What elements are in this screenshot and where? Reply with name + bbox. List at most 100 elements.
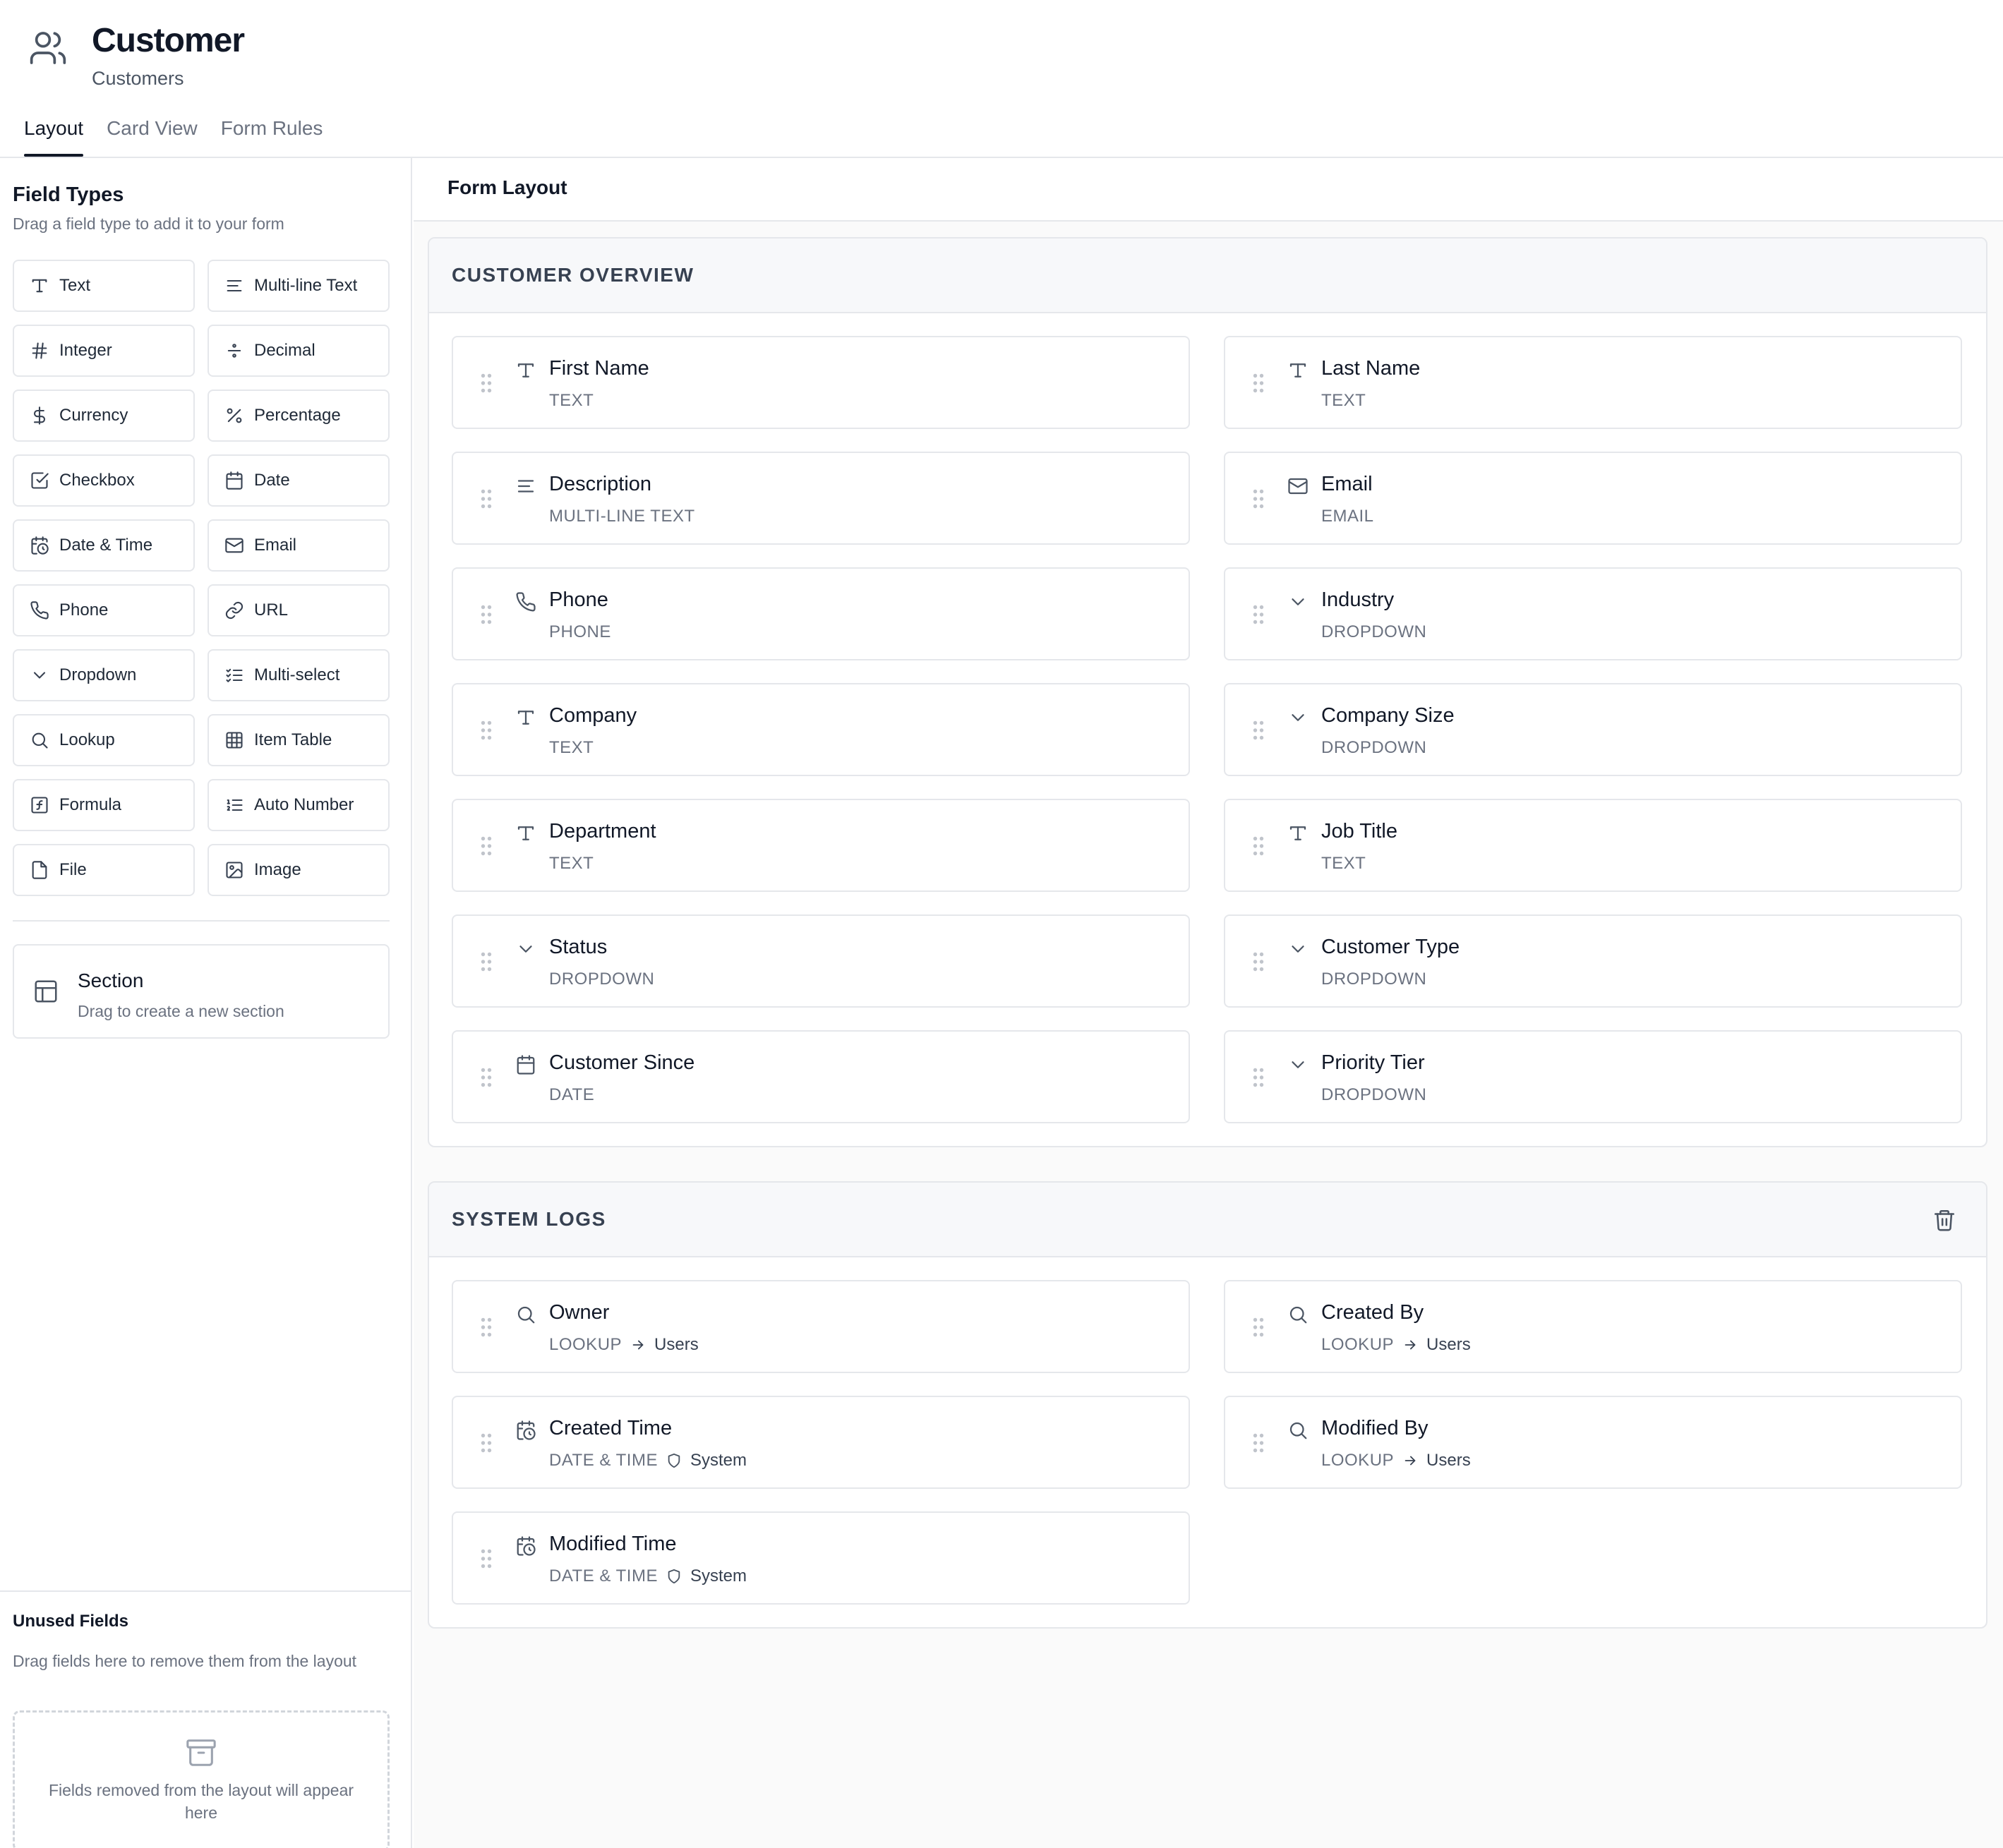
field-card-last-name[interactable]: Last Name TEXT — [1224, 336, 1962, 429]
field-meta: DATE — [549, 1085, 594, 1105]
drag-handle-icon[interactable] — [480, 720, 493, 741]
field-card-department[interactable]: Department TEXT — [452, 799, 1190, 892]
trash-icon[interactable] — [1932, 1208, 1956, 1232]
drag-handle-icon[interactable] — [480, 835, 493, 857]
lookup-target: Users — [654, 1335, 699, 1354]
drag-handle-icon[interactable] — [480, 373, 493, 394]
chevron-down-icon — [1287, 591, 1309, 612]
users-icon — [28, 28, 68, 68]
field-type-label: Percentage — [254, 406, 341, 425]
field-type-text[interactable]: Text — [13, 260, 195, 312]
checkbox-icon — [30, 471, 49, 490]
field-card-company[interactable]: Company TEXT — [452, 683, 1190, 776]
field-card-priority-tier[interactable]: Priority Tier DROPDOWN — [1224, 1030, 1962, 1123]
percent-icon — [224, 406, 244, 425]
layout-icon — [32, 978, 59, 1005]
lookup-target: Users — [1426, 1335, 1471, 1354]
field-name: Modified Time — [549, 1533, 677, 1555]
drag-handle-icon[interactable] — [1252, 373, 1265, 394]
drag-handle-icon[interactable] — [1252, 835, 1265, 857]
field-name: Description — [549, 473, 652, 495]
field-type-dropdown[interactable]: Dropdown — [13, 649, 195, 701]
field-type-lookup[interactable]: Lookup — [13, 714, 195, 766]
field-type-label: Decimal — [254, 341, 315, 360]
field-card-modified-time[interactable]: Modified Time DATE & TIME System — [452, 1511, 1190, 1605]
field-type-auto-number[interactable]: Auto Number — [207, 779, 390, 831]
field-type-image[interactable]: Image — [207, 844, 390, 896]
field-card-email[interactable]: Email EMAIL — [1224, 452, 1962, 545]
drag-handle-icon[interactable] — [1252, 1067, 1265, 1088]
field-card-created-by[interactable]: Created By LOOKUP Users — [1224, 1280, 1962, 1373]
field-type-label: DROPDOWN — [1321, 738, 1427, 757]
field-type-date-and-time[interactable]: Date & Time — [13, 519, 195, 572]
field-type-checkbox[interactable]: Checkbox — [13, 454, 195, 507]
drag-handle-icon[interactable] — [480, 1432, 493, 1454]
field-card-created-time[interactable]: Created Time DATE & TIME System — [452, 1396, 1190, 1489]
drag-handle-icon[interactable] — [480, 1548, 493, 1569]
drag-handle-icon[interactable] — [1252, 488, 1265, 509]
drag-handle-icon[interactable] — [1252, 1432, 1265, 1454]
search-icon — [30, 730, 49, 750]
hash-icon — [30, 341, 49, 361]
field-type-date[interactable]: Date — [207, 454, 390, 507]
field-type-label: Integer — [59, 341, 112, 360]
drag-handle-icon[interactable] — [480, 488, 493, 509]
tab-bar: Layout Card View Form Rules — [24, 113, 323, 157]
drag-handle-icon[interactable] — [1252, 1317, 1265, 1338]
drag-handle-icon[interactable] — [1252, 604, 1265, 625]
field-card-owner[interactable]: Owner LOOKUP Users — [452, 1280, 1190, 1373]
field-meta: DROPDOWN — [1321, 738, 1426, 758]
field-name: Department — [549, 820, 656, 843]
field-type-integer[interactable]: Integer — [13, 325, 195, 377]
section-header: SYSTEM LOGS — [429, 1183, 1986, 1257]
drag-handle-icon[interactable] — [480, 604, 493, 625]
field-card-industry[interactable]: Industry DROPDOWN — [1224, 567, 1962, 660]
field-type-formula[interactable]: Formula — [13, 779, 195, 831]
tab-layout[interactable]: Layout — [24, 113, 84, 157]
field-card-description[interactable]: Description MULTI-LINE TEXT — [452, 452, 1190, 545]
field-type-item-table[interactable]: Item Table — [207, 714, 390, 766]
field-type-multi-select[interactable]: Multi-select — [207, 649, 390, 701]
field-meta: LOOKUP Users — [1321, 1335, 1471, 1355]
calendar-icon — [224, 471, 244, 490]
sidebar-subtitle: Drag a field type to add it to your form — [13, 215, 284, 233]
field-name: Owner — [549, 1301, 610, 1324]
field-card-phone[interactable]: Phone PHONE — [452, 567, 1190, 660]
chevron-down-icon — [515, 938, 536, 960]
field-type-percentage[interactable]: Percentage — [207, 389, 390, 442]
drag-handle-icon[interactable] — [480, 1317, 493, 1338]
drag-handle-icon[interactable] — [1252, 720, 1265, 741]
field-type-multi-line-text[interactable]: Multi-line Text — [207, 260, 390, 312]
field-type-email[interactable]: Email — [207, 519, 390, 572]
field-card-job-title[interactable]: Job Title TEXT — [1224, 799, 1962, 892]
field-card-customer-type[interactable]: Customer Type DROPDOWN — [1224, 914, 1962, 1008]
field-type-url[interactable]: URL — [207, 584, 390, 636]
function-icon — [30, 795, 49, 815]
field-meta: DATE & TIME System — [549, 1451, 747, 1470]
field-type-label: LOOKUP — [549, 1335, 622, 1354]
field-type-label: Date & Time — [59, 536, 153, 555]
field-card-company-size[interactable]: Company Size DROPDOWN — [1224, 683, 1962, 776]
field-name: Phone — [549, 588, 608, 611]
field-type-label: LOOKUP — [1321, 1451, 1395, 1470]
field-card-modified-by[interactable]: Modified By LOOKUP Users — [1224, 1396, 1962, 1489]
field-type-file[interactable]: File — [13, 844, 195, 896]
field-type-currency[interactable]: Currency — [13, 389, 195, 442]
field-type-label: Date — [254, 471, 290, 490]
field-type-label: PHONE — [549, 622, 611, 641]
field-meta: PHONE — [549, 622, 611, 642]
arrow-right-icon — [630, 1337, 646, 1353]
tab-card-view[interactable]: Card View — [107, 113, 198, 157]
field-card-customer-since[interactable]: Customer Since DATE — [452, 1030, 1190, 1123]
field-meta: TEXT — [549, 391, 594, 411]
section-drag-card[interactable]: Section Drag to create a new section — [13, 944, 390, 1039]
tab-form-rules[interactable]: Form Rules — [221, 113, 323, 157]
field-card-status[interactable]: Status DROPDOWN — [452, 914, 1190, 1008]
drag-handle-icon[interactable] — [480, 1067, 493, 1088]
field-type-phone[interactable]: Phone — [13, 584, 195, 636]
unused-drop-zone[interactable]: Fields removed from the layout will appe… — [13, 1710, 390, 1848]
drag-handle-icon[interactable] — [480, 951, 493, 972]
drag-handle-icon[interactable] — [1252, 951, 1265, 972]
field-type-decimal[interactable]: Decimal — [207, 325, 390, 377]
field-card-first-name[interactable]: First Name TEXT — [452, 336, 1190, 429]
